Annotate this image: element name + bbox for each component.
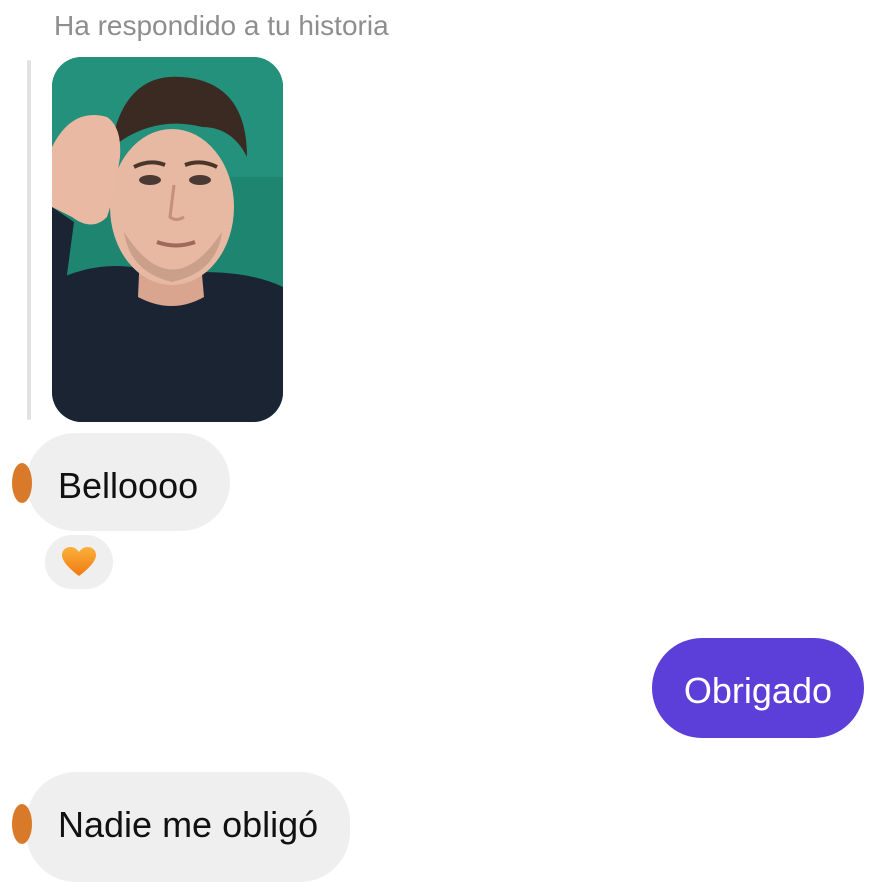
message-reaction[interactable] (42, 532, 116, 592)
outgoing-message-bubble[interactable]: Obrigado (651, 638, 864, 738)
orange-heart-icon (62, 547, 96, 576)
message-text: Nadie me obligó (58, 804, 319, 845)
incoming-message-bubble[interactable]: Belloooo (12, 433, 231, 531)
message-text: Belloooo (58, 465, 199, 506)
incoming-message-bubble[interactable]: Nadie me obligó (12, 772, 351, 882)
story-quote-bar (27, 60, 31, 420)
story-thumbnail[interactable] (52, 57, 283, 422)
message-text: Obrigado (683, 670, 832, 711)
story-reply-label: Ha respondido a tu historia (54, 10, 389, 41)
sender-avatar[interactable] (12, 804, 32, 844)
story-photo (52, 57, 283, 422)
sender-avatar[interactable] (12, 463, 32, 503)
